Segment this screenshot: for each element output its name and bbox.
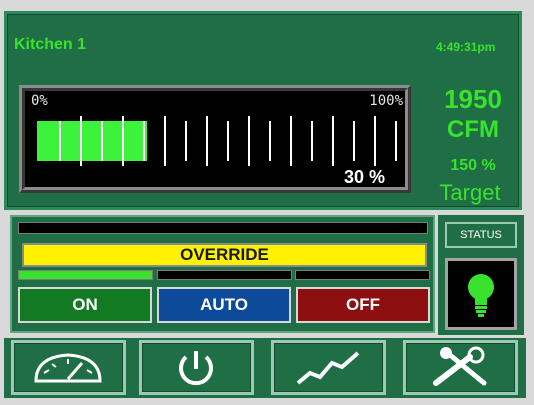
gauge-min-label: 0% bbox=[31, 93, 48, 109]
gauge-tick bbox=[311, 121, 313, 161]
trend-nav-button[interactable] bbox=[271, 340, 386, 395]
power-icon bbox=[179, 351, 213, 386]
off-indicator bbox=[295, 270, 430, 280]
on-indicator bbox=[18, 270, 153, 280]
gauge-tick bbox=[374, 116, 376, 166]
gauge-tick bbox=[332, 116, 334, 166]
gauge-tick bbox=[101, 121, 103, 161]
target-label: Target bbox=[439, 180, 501, 205]
gauge-tick bbox=[269, 121, 271, 161]
status-light bbox=[445, 258, 517, 330]
gauge-tick bbox=[59, 121, 61, 161]
off-button[interactable]: OFF bbox=[296, 287, 430, 323]
gauge-nav-button[interactable] bbox=[11, 340, 126, 395]
settings-nav-button[interactable] bbox=[403, 340, 518, 395]
auto-indicator bbox=[157, 270, 292, 280]
top-indicator-bar bbox=[18, 222, 428, 234]
gauge-tick bbox=[143, 121, 145, 161]
airflow-percent: 150 % bbox=[450, 157, 496, 174]
gauge-tick bbox=[353, 121, 355, 161]
page-title: Kitchen 1 bbox=[14, 36, 87, 53]
gauge-tick bbox=[395, 121, 397, 161]
gauge-max-label: 100% bbox=[369, 93, 403, 109]
on-button[interactable]: ON bbox=[18, 287, 152, 323]
power-nav-button[interactable] bbox=[139, 340, 254, 395]
auto-button[interactable]: AUTO bbox=[157, 287, 291, 323]
speedometer-icon bbox=[34, 353, 102, 383]
airflow-value: 1950 bbox=[444, 84, 502, 114]
override-banner: OVERRIDE bbox=[22, 243, 427, 267]
gauge-tick bbox=[290, 116, 292, 166]
lightbulb-icon bbox=[468, 274, 494, 317]
clock: 4:49:31pm bbox=[436, 40, 496, 54]
gauge-fill bbox=[37, 121, 147, 161]
tools-icon bbox=[433, 346, 487, 386]
gauge-tick bbox=[122, 116, 124, 166]
airflow-unit: CFM bbox=[447, 116, 499, 143]
gauge-tick bbox=[185, 121, 187, 161]
gauge-tick bbox=[164, 116, 166, 166]
status-button[interactable]: STATUS bbox=[445, 222, 517, 248]
trend-chart-icon bbox=[296, 351, 360, 385]
gauge-value: 30 % bbox=[343, 167, 385, 187]
gauge-tick bbox=[227, 121, 229, 161]
gauge-tick bbox=[206, 116, 208, 166]
airflow-gauge: 0% 100% 30 % bbox=[19, 85, 411, 193]
gauge-tick bbox=[80, 116, 82, 166]
gauge-tick bbox=[248, 116, 250, 166]
